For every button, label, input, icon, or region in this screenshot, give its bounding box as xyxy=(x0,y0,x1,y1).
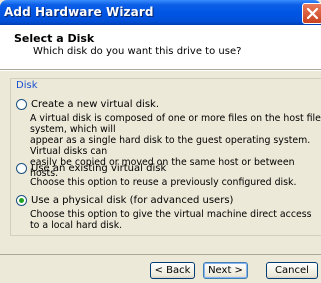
option-label: Create a new virtual disk. xyxy=(31,99,160,110)
window-title: Add Hardware Wizard xyxy=(4,5,154,19)
radio-physical-disk[interactable] xyxy=(16,195,27,206)
option-physical-disk[interactable]: Use a physical disk (for advanced users) xyxy=(16,195,233,206)
wizard-header: Select a Disk Which disk do you want thi… xyxy=(0,25,321,70)
cancel-button[interactable]: Cancel xyxy=(266,262,318,279)
option-use-existing[interactable]: Use an existing virtual disk xyxy=(16,163,166,174)
header-divider xyxy=(0,70,321,71)
header-subtitle: Which disk do you want this drive to use… xyxy=(33,46,242,57)
title-bar[interactable]: Add Hardware Wizard xyxy=(0,0,321,25)
group-label: Disk xyxy=(16,80,41,91)
radio-create-new[interactable] xyxy=(16,99,27,110)
description-line: A virtual disk is composed of one or mor… xyxy=(30,113,321,135)
wizard-window: Add Hardware Wizard Select a Disk Which … xyxy=(0,0,321,283)
radio-use-existing[interactable] xyxy=(16,163,27,174)
option-label: Use an existing virtual disk xyxy=(31,163,167,174)
footer-divider xyxy=(0,254,321,255)
description-line: appear as a single hard disk to the gues… xyxy=(30,135,311,157)
option-create-new[interactable]: Create a new virtual disk. xyxy=(16,99,159,110)
close-icon xyxy=(306,7,319,20)
option-label: Use a physical disk (for advanced users) xyxy=(31,195,234,206)
back-button[interactable]: < Back xyxy=(150,262,195,279)
close-button[interactable] xyxy=(302,3,321,24)
option-description: Choose this option to give the virtual m… xyxy=(30,209,321,231)
next-button[interactable]: Next > xyxy=(203,262,248,279)
description-line: Choose this option to reuse a previously… xyxy=(30,177,297,188)
description-line: Choose this option to give the virtual m… xyxy=(30,209,312,231)
header-title: Select a Disk xyxy=(14,32,95,45)
option-description: Choose this option to reuse a previously… xyxy=(30,177,296,188)
